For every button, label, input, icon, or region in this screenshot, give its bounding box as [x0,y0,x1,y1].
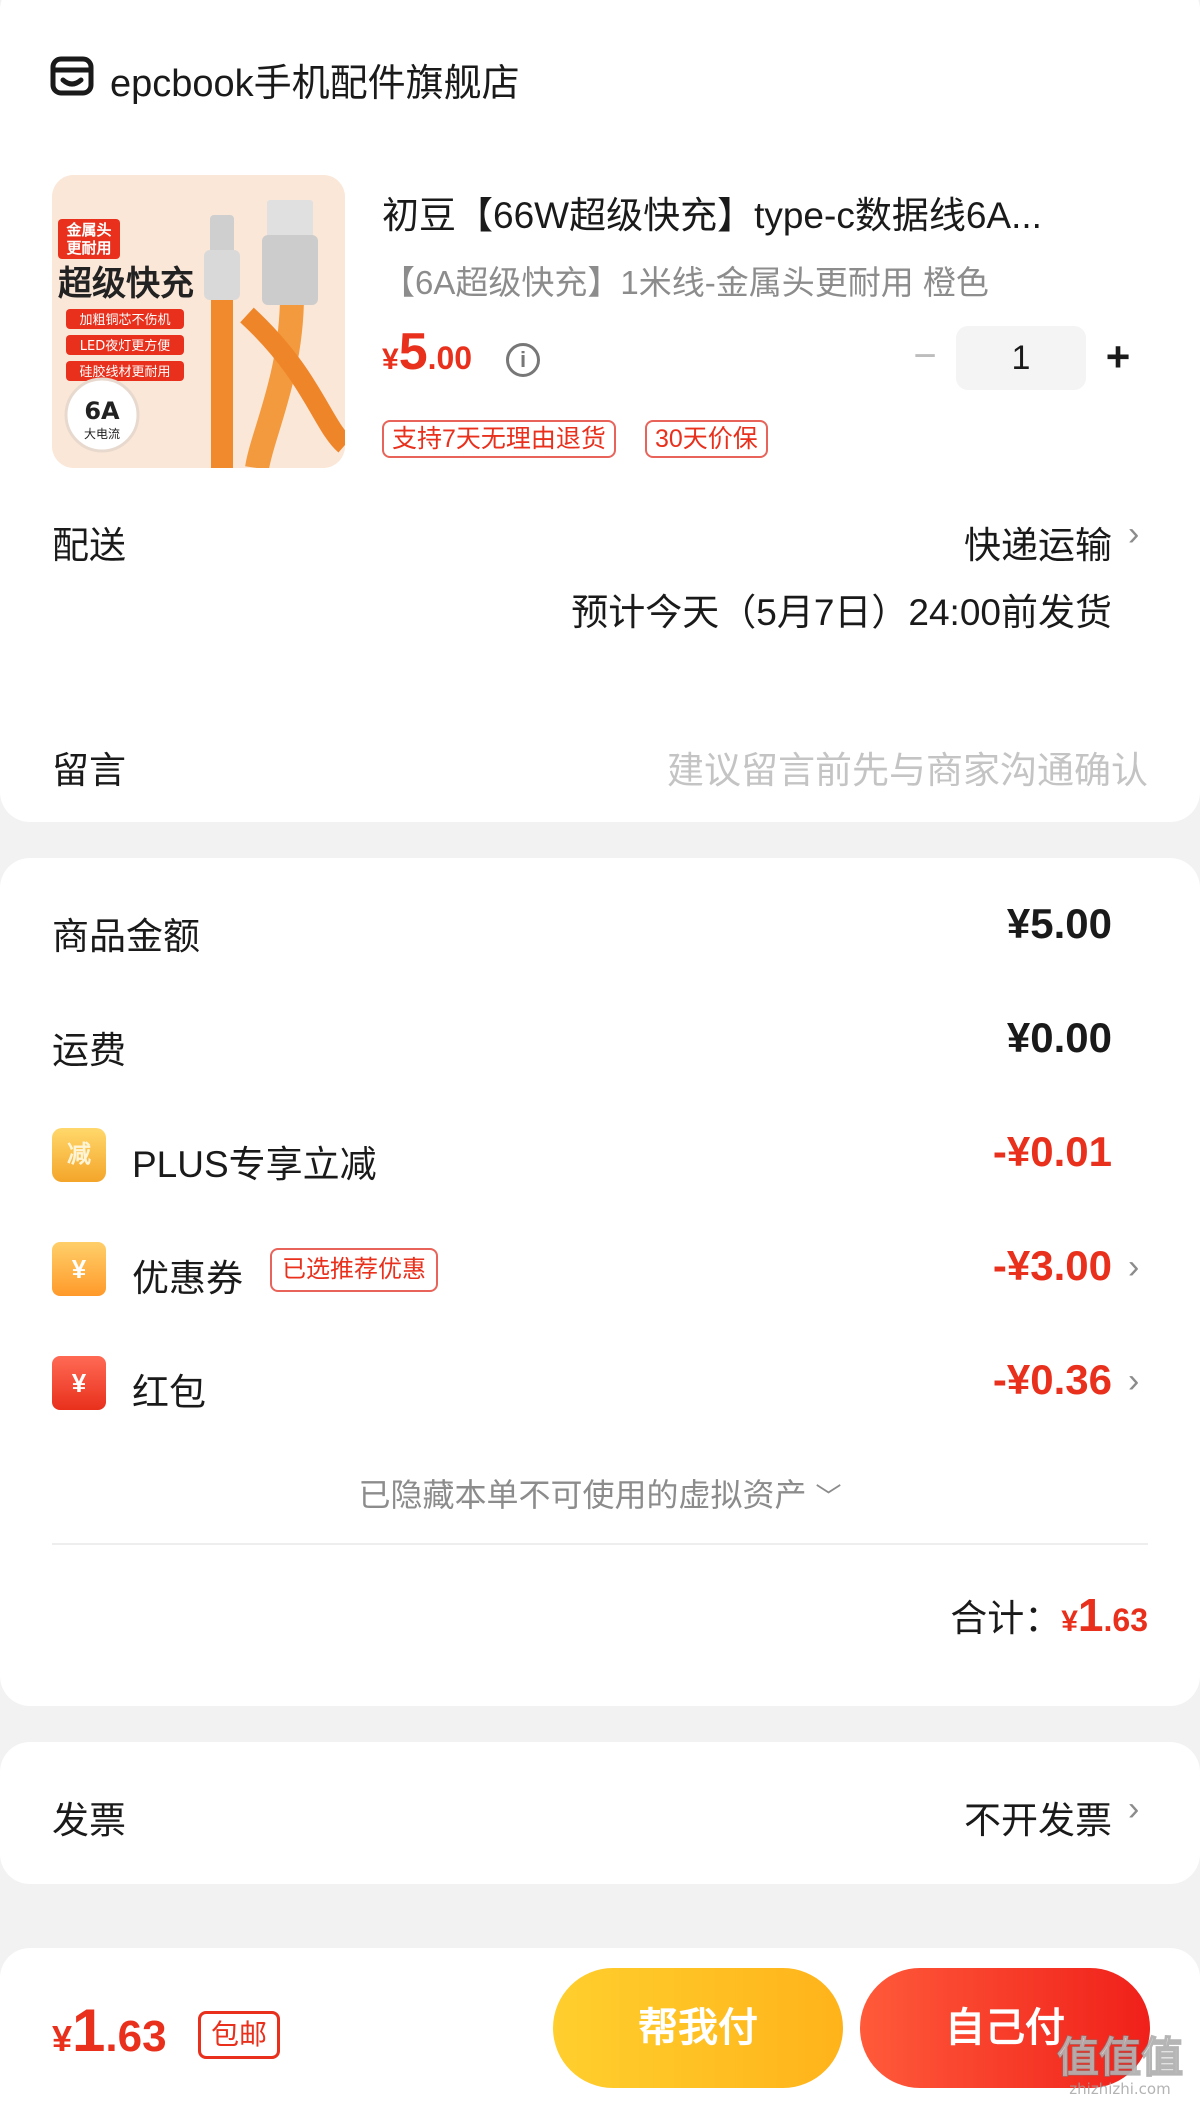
order-total: 合计：¥1.63 [950,1588,1148,1642]
invoice-label: 发票 [52,1800,126,1841]
total-label: 合计： [950,1598,1062,1639]
svg-text:值值值: 值值值 [1057,2033,1183,2082]
image-circle-top: 6A [84,397,120,425]
store-name[interactable]: epcbook手机配件旗舰店 [110,52,520,107]
price-protection-tag: 30天价保 [645,420,768,458]
svg-text:zhizhizhi.com: zhizhizhi.com [1069,2080,1170,2098]
shipping-label: 配送 [52,525,126,566]
product-spec[interactable]: 【6A超级快充】1米线-金属头更耐用 橙色 [382,256,989,304]
red-packet-value[interactable]: -¥0.36 [993,1356,1112,1404]
message-input[interactable]: 建议留言前先与商家沟通确认 [667,740,1148,794]
return-policy-tag: 支持7天无理由退货 [382,420,616,458]
goods-amount-label: 商品金额 [52,916,200,957]
chevron-right-icon[interactable]: › [1128,515,1139,554]
message-label: 留言 [52,750,126,791]
product-image-art: 金属头 更耐用 超级快充 加粗铜芯不伤机 LED夜灯更方便 硅胶线材更耐用 6A… [52,175,345,468]
shipping-estimate: 预计今天（5月7日）24:00前发货 [571,592,1112,633]
price-integer: 5 [398,323,428,381]
red-packet-icon: ¥ [52,1356,106,1410]
checkout-price-integer: 1 [72,1997,106,2064]
plus-discount-label: PLUS专享立减 [132,1144,377,1185]
coupon-label[interactable]: 优惠券 [132,1248,243,1302]
image-feature-2: LED夜灯更方便 [80,338,170,354]
image-badge-text-2: 更耐用 [66,239,111,257]
price-decimal: .00 [427,340,473,376]
product-image[interactable]: 金属头 更耐用 超级快充 加粗铜芯不伤机 LED夜灯更方便 硅胶线材更耐用 6A… [52,175,345,468]
checkout-price: ¥1.63 [52,1996,167,2065]
divider [52,1543,1148,1545]
total-integer: 1 [1077,1589,1104,1641]
checkout-price-decimal: .63 [105,2012,167,2061]
hidden-assets-toggle[interactable]: 已隐藏本单不可使用的虚拟资产 ﹀ [0,1470,1200,1516]
freight-value: ¥0.00 [1006,1014,1112,1061]
image-feature-1: 加粗铜芯不伤机 [79,313,170,328]
product-price: ¥5.00 [382,322,472,382]
image-circle-bottom: 大电流 [84,427,120,441]
invoice-value[interactable]: 不开发票 [964,1790,1112,1844]
watermark-logo: 值值值 zhizhizhi.com [1050,2030,1190,2100]
quantity-decrease-button[interactable]: − [912,336,938,376]
quantity-input[interactable]: 1 [956,326,1086,390]
coupon-value[interactable]: -¥3.00 [993,1242,1112,1290]
hidden-assets-text: 已隐藏本单不可使用的虚拟资产 [358,1477,807,1513]
freight-label: 运费 [52,1030,126,1071]
shipping-method[interactable]: 快递运输 [964,515,1112,569]
coupon-icon: ¥ [52,1242,106,1296]
image-headline: 超级快充 [58,264,194,304]
total-symbol: ¥ [1061,1605,1078,1638]
product-title[interactable]: 初豆【66W超级快充】type-c数据线6A... [382,185,1117,239]
price-symbol: ¥ [382,343,399,376]
free-shipping-badge: 包邮 [198,2011,281,2059]
chevron-right-icon[interactable]: › [1128,1362,1139,1401]
chevron-right-icon[interactable]: › [1128,1790,1139,1829]
image-feature-3: 硅胶线材更耐用 [79,364,170,380]
plus-discount-value: -¥0.01 [992,1128,1112,1175]
chevron-right-icon[interactable]: › [1128,1248,1139,1287]
quantity-increase-button[interactable]: + [1100,334,1136,382]
store-icon [50,56,94,96]
help-pay-button[interactable]: 帮我付 [553,1968,843,2088]
red-packet-label[interactable]: 红包 [132,1362,206,1416]
coupon-recommend-tag: 已选推荐优惠 [270,1248,438,1292]
plus-discount-icon: 减 [52,1128,106,1182]
checkout-price-symbol: ¥ [52,2018,73,2059]
goods-amount-value: ¥5.00 [1006,900,1112,947]
info-icon[interactable]: i [506,343,540,377]
chevron-down-icon: ﹀ [815,1482,842,1512]
image-badge-text-1: 金属头 [65,221,111,239]
total-decimal: .63 [1103,1602,1148,1638]
